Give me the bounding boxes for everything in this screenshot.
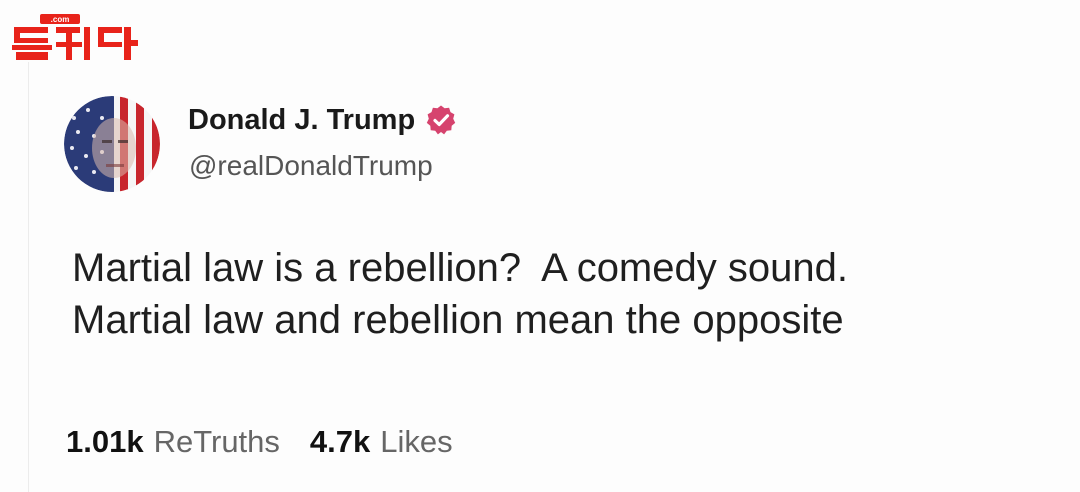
verified-badge-icon — [425, 104, 457, 136]
author-handle[interactable]: @realDonaldTrump — [189, 150, 433, 182]
likes-stat[interactable]: 4.7k Likes — [310, 424, 453, 460]
retruths-label: ReTruths — [153, 424, 280, 459]
post-stats: 1.01k ReTruths 4.7k Likes — [66, 424, 483, 460]
likes-count: 4.7k — [309, 424, 371, 459]
author-avatar[interactable] — [64, 96, 160, 192]
likes-label: Likes — [380, 424, 453, 459]
author-display-name[interactable]: Donald J. Trump — [188, 104, 415, 137]
author-name-row: Donald J. Trump — [188, 100, 457, 140]
retruths-count: 1.01k — [66, 424, 144, 459]
avatar-flag-portrait-icon — [64, 96, 160, 192]
post-text-line: Martial law is a rebellion? A comedy sou… — [72, 246, 848, 290]
post-text-line: Martial law and rebellion mean the oppos… — [72, 298, 844, 342]
post-card: Donald J. Trump @realDonaldTrump Martial… — [0, 0, 1080, 492]
post-text: Martial law is a rebellion? A comedy sou… — [72, 242, 1052, 346]
retruths-stat[interactable]: 1.01k ReTruths — [66, 424, 280, 460]
screenshot-page: .com Donald J. Trump @realDonaldTrump Ma… — [0, 0, 1080, 492]
